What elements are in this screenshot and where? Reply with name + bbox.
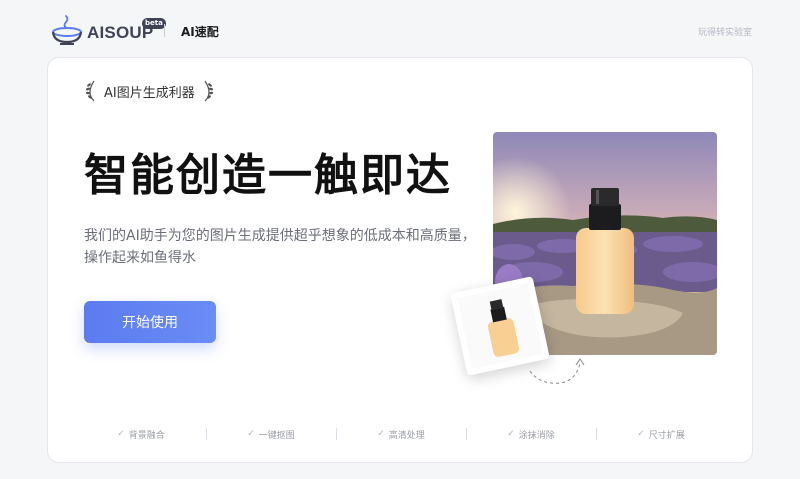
check-icon: ✓ bbox=[117, 429, 125, 439]
feature-item: ✓ 背景融合 bbox=[84, 428, 198, 441]
beta-badge: beta bbox=[142, 18, 166, 29]
hero-card: AI图片生成利器 智能创造一触即达 我们的AI助手为您的图片生成提供超乎想象的低… bbox=[47, 57, 753, 463]
feature-list: ✓ 背景融合 ✓ 一键抠图 ✓ 高清处理 ✓ 涂抹消除 ✓ 尺寸扩展 bbox=[84, 424, 718, 444]
feature-label: 高清处理 bbox=[388, 430, 425, 441]
dashed-arrow-icon bbox=[529, 358, 585, 384]
check-icon: ✓ bbox=[247, 429, 255, 439]
product-name[interactable]: AI速配 bbox=[181, 23, 219, 40]
check-icon: ✓ bbox=[507, 429, 515, 439]
header-divider bbox=[164, 24, 165, 37]
hero-description: 我们的AI助手为您的图片生成提供超乎想象的低成本和高质量，操作起来如鱼得水 bbox=[84, 228, 476, 266]
feature-divider bbox=[335, 428, 337, 440]
feature-label: 涂抹消除 bbox=[518, 430, 555, 441]
start-button[interactable]: 开始使用 bbox=[84, 301, 216, 343]
feature-item: ✓ 尺寸扩展 bbox=[604, 428, 718, 441]
brand-logo[interactable]: AISOUP bbox=[50, 14, 153, 46]
laurel-right-icon bbox=[204, 80, 213, 102]
feature-item: ✓ 高清处理 bbox=[344, 428, 458, 441]
feature-item: ✓ 涂抹消除 bbox=[474, 428, 588, 441]
bowl-logo-icon bbox=[51, 15, 83, 45]
feature-divider bbox=[205, 428, 207, 440]
feature-divider bbox=[595, 428, 597, 440]
check-icon: ✓ bbox=[377, 429, 385, 439]
feature-label: 尺寸扩展 bbox=[648, 430, 685, 441]
feature-label: 一键抠图 bbox=[258, 430, 295, 441]
page-headline: 智能创造一触即达 bbox=[84, 150, 452, 201]
feature-divider bbox=[465, 428, 467, 440]
top-header: AISOUP beta AI速配 玩得转实验室 bbox=[0, 0, 800, 58]
lab-link[interactable]: 玩得转实验室 bbox=[698, 25, 752, 38]
laurel-left-icon bbox=[85, 80, 95, 102]
badge-text: AI图片生成利器 bbox=[104, 85, 195, 101]
feature-label: 背景融合 bbox=[128, 430, 165, 441]
feature-badge: AI图片生成利器 bbox=[84, 80, 215, 102]
check-icon: ✓ bbox=[637, 429, 645, 439]
feature-item: ✓ 一键抠图 bbox=[214, 428, 328, 441]
